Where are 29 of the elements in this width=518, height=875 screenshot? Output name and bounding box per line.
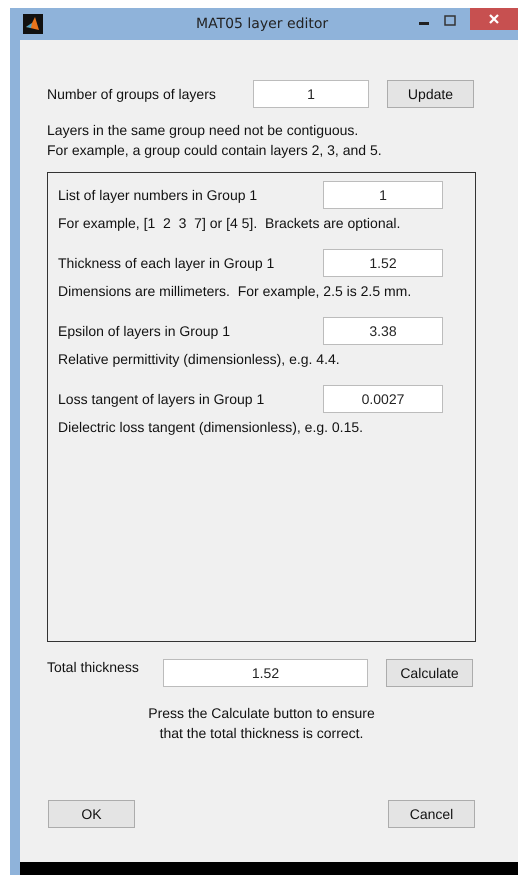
hint-text: Dielectric loss tangent (dimensionless), e.g. 0.15.	[58, 419, 364, 435]
hint-text: Relative permittivity (dimensionless), e.g. 4.4.	[58, 351, 341, 367]
groups-label: Number of groups of layers	[47, 86, 217, 102]
maximize-icon[interactable]	[444, 15, 456, 27]
update-button[interactable]: Update	[387, 80, 474, 108]
field-label: Epsilon of layers in Group 1	[58, 323, 231, 339]
value-field[interactable]: 1.52	[323, 249, 443, 277]
hint-text: For example, [1 2 3 7] or [4 5]. Brackets are optional.	[58, 215, 402, 231]
value-field[interactable]: 3.38	[323, 317, 443, 345]
cancel-button[interactable]: Cancel	[388, 800, 475, 828]
note-text: that the total thickness is correct.	[158, 724, 364, 743]
info-text: For example, a group could contain layers 2, 3, and 5.	[47, 141, 383, 160]
close-button[interactable]	[470, 8, 518, 30]
hint-text: Dimensions are millimeters. For example, 2.5 is 2.5 mm.	[58, 283, 412, 299]
window-title: MAT05 layer editor	[196, 16, 328, 32]
calculate-button[interactable]: Calculate	[386, 659, 473, 687]
note-text: Press the Calculate button to ensure	[147, 704, 376, 723]
app-icon	[23, 14, 43, 34]
field-label: List of layer numbers in Group 1	[58, 187, 258, 203]
info-text: Layers in the same group need not be contiguous.	[47, 121, 360, 140]
groups-field[interactable]: 1	[253, 80, 369, 108]
total-label: Total thickness	[47, 659, 140, 675]
field-label: Thickness of each layer in Group 1	[58, 255, 276, 271]
value-field[interactable]: 1	[323, 181, 443, 209]
value-field[interactable]: 0.0027	[323, 385, 443, 413]
total-field[interactable]: 1.52	[163, 659, 368, 687]
close-icon	[489, 14, 499, 24]
field-label: Loss tangent of layers in Group 1	[58, 391, 266, 407]
ok-button[interactable]: OK	[48, 800, 135, 828]
